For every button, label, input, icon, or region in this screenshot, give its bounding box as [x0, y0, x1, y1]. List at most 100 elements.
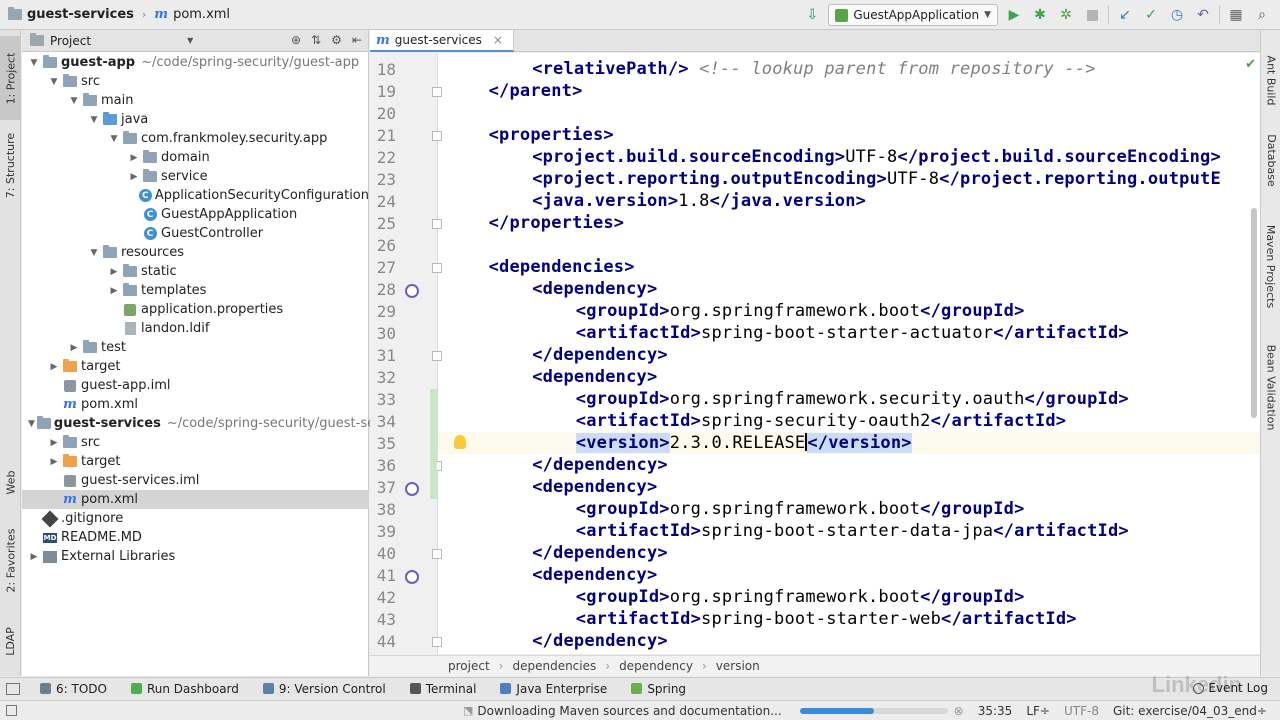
- bottom-tool-tab[interactable]: Terminal: [398, 682, 489, 696]
- code-line[interactable]: <artifactId>spring-boot-starter-web</art…: [576, 609, 1077, 629]
- tree-item[interactable]: ▶ service: [22, 167, 369, 186]
- fold-marker-icon[interactable]: [432, 549, 442, 559]
- code-line[interactable]: <dependency>: [532, 279, 657, 299]
- tree-item[interactable]: ▶ target: [22, 452, 369, 471]
- tree-item[interactable]: m pom.xml: [22, 490, 369, 509]
- toggle-tool-windows-icon[interactable]: [6, 705, 17, 716]
- tree-item[interactable]: ▼ main: [22, 91, 369, 110]
- stop-icon[interactable]: [1082, 5, 1102, 25]
- code-line[interactable]: <groupId>org.springframework.boot</group…: [576, 587, 1025, 607]
- editor-scrollbar[interactable]: [1248, 53, 1260, 654]
- code-line[interactable]: <groupId>org.springframework.boot</group…: [576, 301, 1025, 321]
- code-line[interactable]: </dependency>: [532, 543, 668, 563]
- tool-tab-project[interactable]: 1: Project: [0, 36, 21, 120]
- tree-item[interactable]: MD README.MD: [22, 528, 369, 547]
- collapsed-arrow-icon[interactable]: ▶: [48, 362, 60, 372]
- tree-item[interactable]: landon.ldif: [22, 319, 369, 338]
- tool-window-toggle-icon[interactable]: [6, 682, 20, 695]
- tool-tab-structure[interactable]: 7: Structure: [0, 124, 21, 206]
- editor-tab-pom[interactable]: m guest-services ×: [370, 30, 514, 52]
- fold-marker-icon[interactable]: [432, 637, 442, 647]
- tool-tab-bean-validation[interactable]: Bean Validation: [1261, 334, 1280, 440]
- xml-breadcrumb-item[interactable]: version: [716, 659, 760, 673]
- intention-bulb-icon[interactable]: [454, 435, 466, 449]
- project-structure-icon[interactable]: ▦: [1226, 5, 1246, 25]
- code-line[interactable]: <artifactId>spring-boot-starter-data-jpa…: [576, 521, 1129, 541]
- code-line[interactable]: </dependency>: [532, 631, 668, 651]
- collapse-all-icon[interactable]: ⇅: [311, 33, 321, 47]
- vcs-commit-icon[interactable]: ✓: [1141, 5, 1161, 25]
- tree-item[interactable]: ▶ domain: [22, 148, 369, 167]
- tree-item[interactable]: ▼ com.frankmoley.security.app: [22, 129, 369, 148]
- coverage-icon[interactable]: ✲: [1056, 5, 1076, 25]
- vcs-change-marker[interactable]: [430, 389, 437, 499]
- collapsed-arrow-icon[interactable]: ▶: [128, 172, 140, 182]
- code-line[interactable]: <dependencies>: [489, 257, 635, 277]
- tree-item[interactable]: guest-app.iml: [22, 376, 369, 395]
- collapsed-arrow-icon[interactable]: ▶: [48, 457, 60, 467]
- scrollbar-thumb[interactable]: [1251, 208, 1257, 418]
- tool-tab-ldap[interactable]: LDAP: [0, 614, 21, 668]
- tree-item[interactable]: guest-services.iml: [22, 471, 369, 490]
- tree-item[interactable]: C ApplicationSecurityConfiguration: [22, 186, 369, 205]
- tree-item[interactable]: ▼ guest-services ~/code/spring-security/gu…: [22, 414, 380, 433]
- tree-item[interactable]: ▼ java: [22, 110, 369, 129]
- fold-marker-icon[interactable]: [432, 219, 442, 229]
- locate-icon[interactable]: ⊕: [291, 33, 301, 47]
- maven-dependency-icon[interactable]: [405, 482, 419, 496]
- collapsed-arrow-icon[interactable]: ▶: [68, 343, 80, 353]
- code-line[interactable]: <relativePath/> <!-- lookup parent from …: [532, 59, 1096, 79]
- editor-gutter[interactable]: 18 19 20 21 22 23 24 25 26 27 28 29 30 31 32 33 34 35 36 37…: [370, 53, 442, 654]
- inspection-ok-icon[interactable]: ✔: [1245, 57, 1256, 72]
- expanded-arrow-icon[interactable]: ▼: [28, 419, 35, 429]
- nav-project[interactable]: guest-services: [27, 7, 134, 22]
- bottom-tool-tab[interactable]: Run Dashboard: [119, 682, 251, 696]
- line-separator[interactable]: LF÷: [1026, 704, 1050, 718]
- debug-icon[interactable]: ✱: [1030, 5, 1050, 25]
- xml-breadcrumb-item[interactable]: project: [448, 659, 490, 673]
- collapsed-arrow-icon[interactable]: ▶: [48, 438, 60, 448]
- code-line[interactable]: <dependency>: [532, 477, 657, 497]
- cancel-task-icon[interactable]: ⊗: [954, 704, 964, 718]
- tree-item[interactable]: ▼ src: [22, 72, 369, 91]
- collapsed-arrow-icon[interactable]: ▶: [128, 153, 140, 163]
- fold-marker-icon[interactable]: [432, 131, 442, 141]
- vcs-update-icon[interactable]: ↙: [1115, 5, 1135, 25]
- bottom-tool-tab[interactable]: Java Enterprise: [488, 682, 619, 696]
- fold-marker-icon[interactable]: [432, 87, 442, 97]
- tree-item[interactable]: m pom.xml: [22, 395, 369, 414]
- nav-file[interactable]: pom.xml: [173, 7, 230, 22]
- gear-icon[interactable]: ⚙: [331, 33, 342, 47]
- code-line[interactable]: <properties>: [489, 125, 614, 145]
- tree-item[interactable]: C GuestAppApplication: [22, 205, 369, 224]
- collapsed-arrow-icon[interactable]: ▶: [108, 267, 120, 277]
- tree-item[interactable]: ▶ static: [22, 262, 369, 281]
- vcs-history-icon[interactable]: ◷: [1167, 5, 1187, 25]
- tree-item[interactable]: ▶ External Libraries: [22, 547, 369, 566]
- maven-dependency-icon[interactable]: [405, 284, 419, 298]
- code-line[interactable]: <dependency>: [532, 367, 657, 387]
- tree-item[interactable]: application.properties: [22, 300, 369, 319]
- tool-tab-favorites[interactable]: 2: Favorites: [0, 516, 21, 604]
- tree-item[interactable]: ▶ templates: [22, 281, 369, 300]
- code-line[interactable]: <artifactId>spring-security-oauth2</arti…: [576, 411, 1066, 431]
- expanded-arrow-icon[interactable]: ▼: [68, 96, 80, 106]
- expanded-arrow-icon[interactable]: ▼: [28, 58, 40, 68]
- collapsed-arrow-icon[interactable]: ▶: [28, 552, 40, 562]
- expanded-arrow-icon[interactable]: ▼: [108, 134, 120, 144]
- build-icon[interactable]: ⇩: [802, 5, 822, 25]
- tree-item[interactable]: ▶ test: [22, 338, 369, 357]
- xml-breadcrumb-item[interactable]: dependency: [619, 659, 693, 673]
- code-line[interactable]: <groupId>org.springframework.security.oa…: [576, 389, 1129, 409]
- code-line[interactable]: <project.build.sourceEncoding>UTF-8</pro…: [532, 147, 1221, 167]
- event-log-button[interactable]: Event Log: [1193, 681, 1268, 695]
- code-line[interactable]: <version>2.3.0.RELEASE </version>: [575, 433, 912, 453]
- code-line[interactable]: </dependency>: [532, 455, 668, 475]
- code-line[interactable]: <groupId>org.springframework.boot</group…: [576, 499, 1025, 519]
- code-line[interactable]: <java.version>1.8</java.version>: [532, 191, 866, 211]
- tree-item[interactable]: ▶ src: [22, 433, 369, 452]
- bottom-tool-tab[interactable]: 9: Version Control: [251, 682, 398, 696]
- xml-breadcrumb-item[interactable]: dependencies: [512, 659, 596, 673]
- bottom-tool-tab[interactable]: Spring: [619, 682, 698, 696]
- tool-tab-ant-build[interactable]: Ant Build: [1261, 42, 1280, 118]
